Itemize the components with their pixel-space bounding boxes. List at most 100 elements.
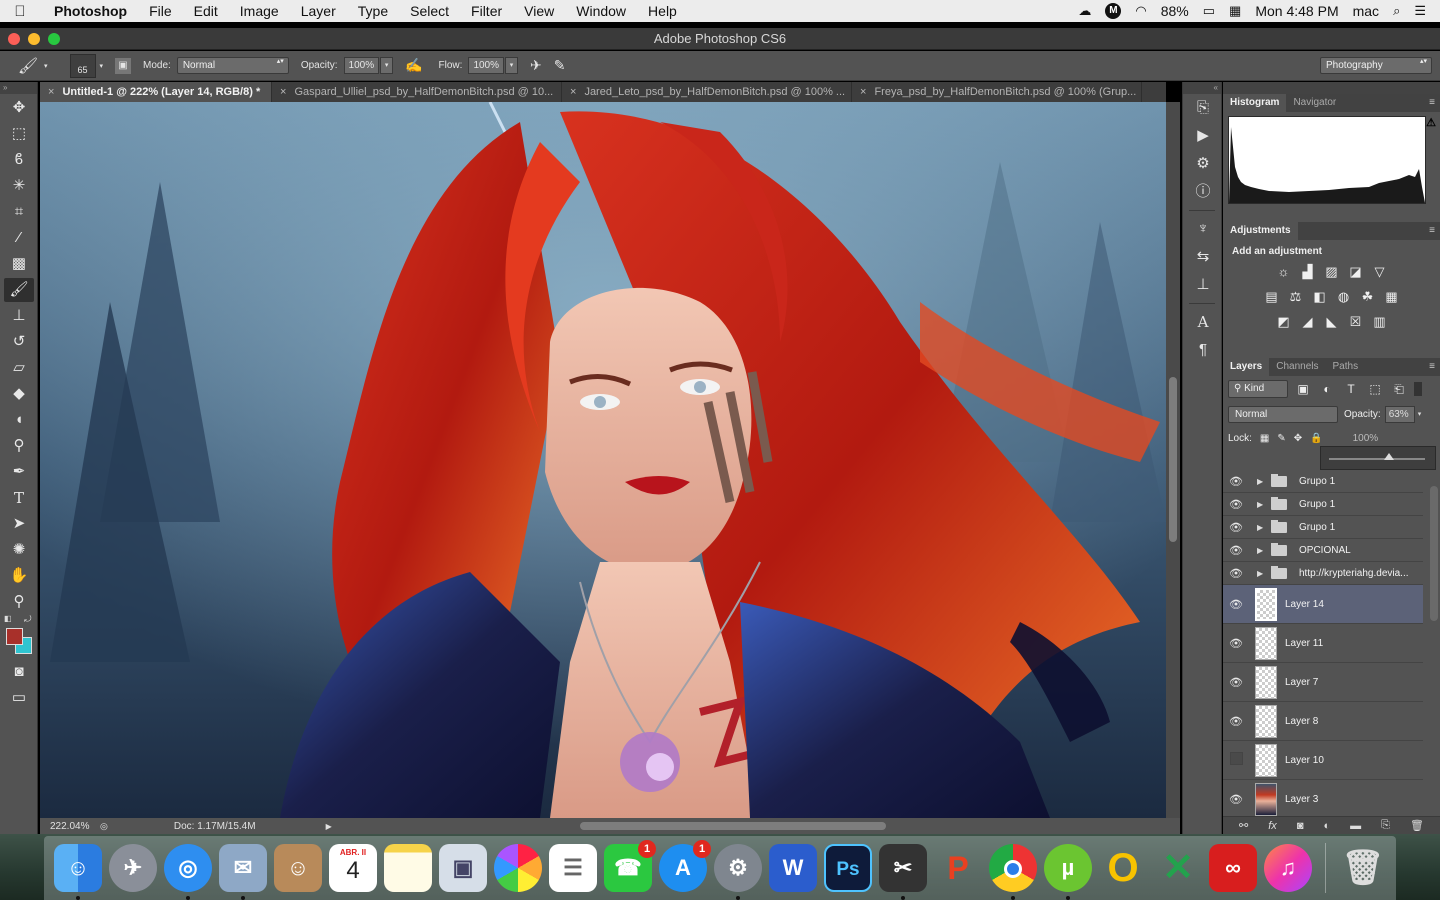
notification-center-icon[interactable]: ☰ <box>1414 3 1426 19</box>
canvas-vertical-scrollbar[interactable] <box>1166 102 1180 818</box>
layer-row[interactable]: 👁 Layer 3 <box>1223 780 1423 819</box>
paint-bucket-tool-icon[interactable]: ◆ <box>4 382 34 406</box>
shape-tool-icon[interactable]: ✺ <box>4 538 34 562</box>
tab-layers[interactable]: Layers <box>1223 358 1270 376</box>
lock-image-icon[interactable]: ✎ <box>1277 433 1285 444</box>
layer-row[interactable]: 👁 Layer 7 <box>1223 663 1423 702</box>
default-colors-icon[interactable]: ◧ <box>4 614 12 623</box>
smart-object-filter-icon[interactable]: ⎗ <box>1390 382 1408 397</box>
layer-name[interactable]: Grupo 1 <box>1299 476 1335 487</box>
brush-picker-dropdown-icon[interactable]: ▾ <box>100 62 104 70</box>
icon-strip-collapse-icon[interactable]: « <box>1183 82 1221 94</box>
lock-transparent-icon[interactable]: ▦ <box>1260 433 1269 444</box>
layer-row[interactable]: 👁 Layer 11 <box>1223 624 1423 663</box>
visibility-eye-icon[interactable]: 👁 <box>1223 676 1249 689</box>
info-panel-icon[interactable]: ⓘ <box>1183 178 1223 206</box>
close-window-icon[interactable] <box>8 33 20 45</box>
final-cut-pro-icon[interactable]: ✂ <box>879 844 927 900</box>
creative-cloud-icon[interactable]: ∞ <box>1209 844 1257 892</box>
move-tool-icon[interactable]: ✥ <box>4 96 34 120</box>
threshold-icon[interactable]: ◣ <box>1323 314 1341 330</box>
word-icon[interactable]: W <box>769 844 817 892</box>
menu-layer[interactable]: Layer <box>290 3 347 19</box>
panel-menu-icon[interactable]: ≡ <box>1429 358 1435 376</box>
expand-group-icon[interactable]: ▶ <box>1257 500 1271 509</box>
status-info-icon[interactable]: ◎ <box>100 821 108 832</box>
layer-thumbnail[interactable] <box>1255 782 1277 816</box>
zoom-level[interactable]: 222.04% <box>40 821 100 832</box>
visibility-eye-icon[interactable] <box>1223 752 1249 768</box>
visibility-eye-icon[interactable]: 👁 <box>1223 521 1249 534</box>
opacity-dropdown-icon[interactable]: ▾ <box>380 57 394 74</box>
close-tab-icon[interactable]: × <box>280 86 286 98</box>
visibility-eye-icon[interactable]: 👁 <box>1223 793 1249 806</box>
curves-icon[interactable]: ▨ <box>1323 264 1341 280</box>
layer-thumbnail[interactable] <box>1255 665 1277 699</box>
panel-menu-icon[interactable]: ≡ <box>1429 94 1435 112</box>
dodge-tool-icon[interactable]: ⚲ <box>4 434 34 458</box>
layer-opacity-dropdown-icon[interactable]: ▾ <box>1418 410 1422 418</box>
eraser-tool-icon[interactable]: ▱ <box>4 356 34 380</box>
layer-name[interactable]: Grupo 1 <box>1299 522 1335 533</box>
clone-stamp-tool-icon[interactable]: ⊥ <box>4 304 34 328</box>
apple-icon[interactable]:  <box>0 3 40 20</box>
layer-group-row[interactable]: 👁 ▶ http://krypteriahg.devia... <box>1223 562 1423 585</box>
foreground-color-swatch[interactable] <box>6 628 23 645</box>
tool-presets-panel-icon[interactable]: ⇆ <box>1183 243 1223 271</box>
opacity-input[interactable]: 100% <box>343 57 380 74</box>
healing-brush-tool-icon[interactable]: ▩ <box>4 252 34 276</box>
delete-layer-icon[interactable]: 🗑 <box>1410 819 1424 832</box>
menu-type[interactable]: Type <box>347 3 399 19</box>
menubar-user[interactable]: mac <box>1353 3 1379 19</box>
layer-thumbnail[interactable] <box>1255 704 1277 738</box>
tool-preset-dropdown-icon[interactable]: ▾ <box>44 62 48 70</box>
new-layer-icon[interactable]: ⎘ <box>1381 819 1390 832</box>
photo-filter-icon[interactable]: ◍ <box>1335 289 1353 305</box>
visibility-eye-icon[interactable]: 👁 <box>1223 475 1249 488</box>
layer-name[interactable]: Layer 8 <box>1285 716 1318 727</box>
gradient-map-icon[interactable]: ▥ <box>1371 314 1389 330</box>
tab-adjustments[interactable]: Adjustments <box>1223 222 1298 240</box>
layer-row[interactable]: Layer 10 <box>1223 741 1423 780</box>
visibility-eye-icon[interactable]: 👁 <box>1223 498 1249 511</box>
pen-tool-icon[interactable]: ✒ <box>4 460 34 484</box>
menu-view[interactable]: View <box>513 3 565 19</box>
clone-source-panel-icon[interactable]: ⊥ <box>1183 271 1223 299</box>
levels-icon[interactable]: ▟ <box>1299 264 1317 280</box>
hand-tool-icon[interactable]: ✋ <box>4 564 34 588</box>
layers-scrollbar[interactable] <box>1430 486 1438 621</box>
expand-group-icon[interactable]: ▶ <box>1257 477 1271 486</box>
hue-saturation-icon[interactable]: ▤ <box>1263 289 1281 305</box>
filter-toggle-icon[interactable] <box>1414 382 1422 396</box>
brush-panel-icon[interactable]: ♆ <box>1183 215 1223 243</box>
zoom-tool-icon[interactable]: ⚲ <box>4 590 34 614</box>
menubar-clock[interactable]: Mon 4:48 PM <box>1255 3 1338 19</box>
path-selection-tool-icon[interactable]: ➤ <box>4 512 34 536</box>
layer-kind-filter[interactable]: ⚲ Kind <box>1228 380 1288 398</box>
channel-mixer-icon[interactable]: ☘ <box>1359 289 1377 305</box>
mail-icon[interactable]: ✉ <box>219 844 267 900</box>
actions-panel-icon[interactable]: ▶ <box>1183 122 1223 150</box>
safari-icon[interactable]: ◎ <box>164 844 212 900</box>
close-tab-icon[interactable]: × <box>860 86 866 98</box>
system-preferences-icon[interactable]: ⚙ <box>714 844 762 900</box>
shape-filter-icon[interactable]: ⬚ <box>1366 382 1384 396</box>
tab-navigator[interactable]: Navigator <box>1286 94 1343 112</box>
swap-colors-icon[interactable]: ⤾ <box>24 614 32 625</box>
notes-icon[interactable] <box>384 844 432 892</box>
tab-jared-leto[interactable]: × Jared_Leto_psd_by_HalfDemonBitch.psd @ … <box>562 82 852 102</box>
expand-group-icon[interactable]: ▶ <box>1257 523 1271 532</box>
contacts-icon[interactable]: ☺ <box>274 844 322 892</box>
selective-color-icon[interactable]: ☒ <box>1347 314 1365 330</box>
menu-edit[interactable]: Edit <box>183 3 229 19</box>
magic-wand-tool-icon[interactable]: ✳ <box>4 174 34 198</box>
layer-name[interactable]: OPCIONAL <box>1299 545 1351 556</box>
launchpad-icon[interactable]: ✈ <box>109 844 157 892</box>
new-adjustment-layer-icon[interactable]: ◐ <box>1323 820 1330 832</box>
screen-mode-icon[interactable]: ▭ <box>4 686 34 710</box>
flow-dropdown-icon[interactable]: ▾ <box>505 57 519 74</box>
vertical-scroll-thumb[interactable] <box>1169 377 1177 542</box>
menu-select[interactable]: Select <box>399 3 460 19</box>
workspace-select[interactable]: Photography <box>1320 57 1432 74</box>
layer-name[interactable]: Layer 10 <box>1285 755 1324 766</box>
